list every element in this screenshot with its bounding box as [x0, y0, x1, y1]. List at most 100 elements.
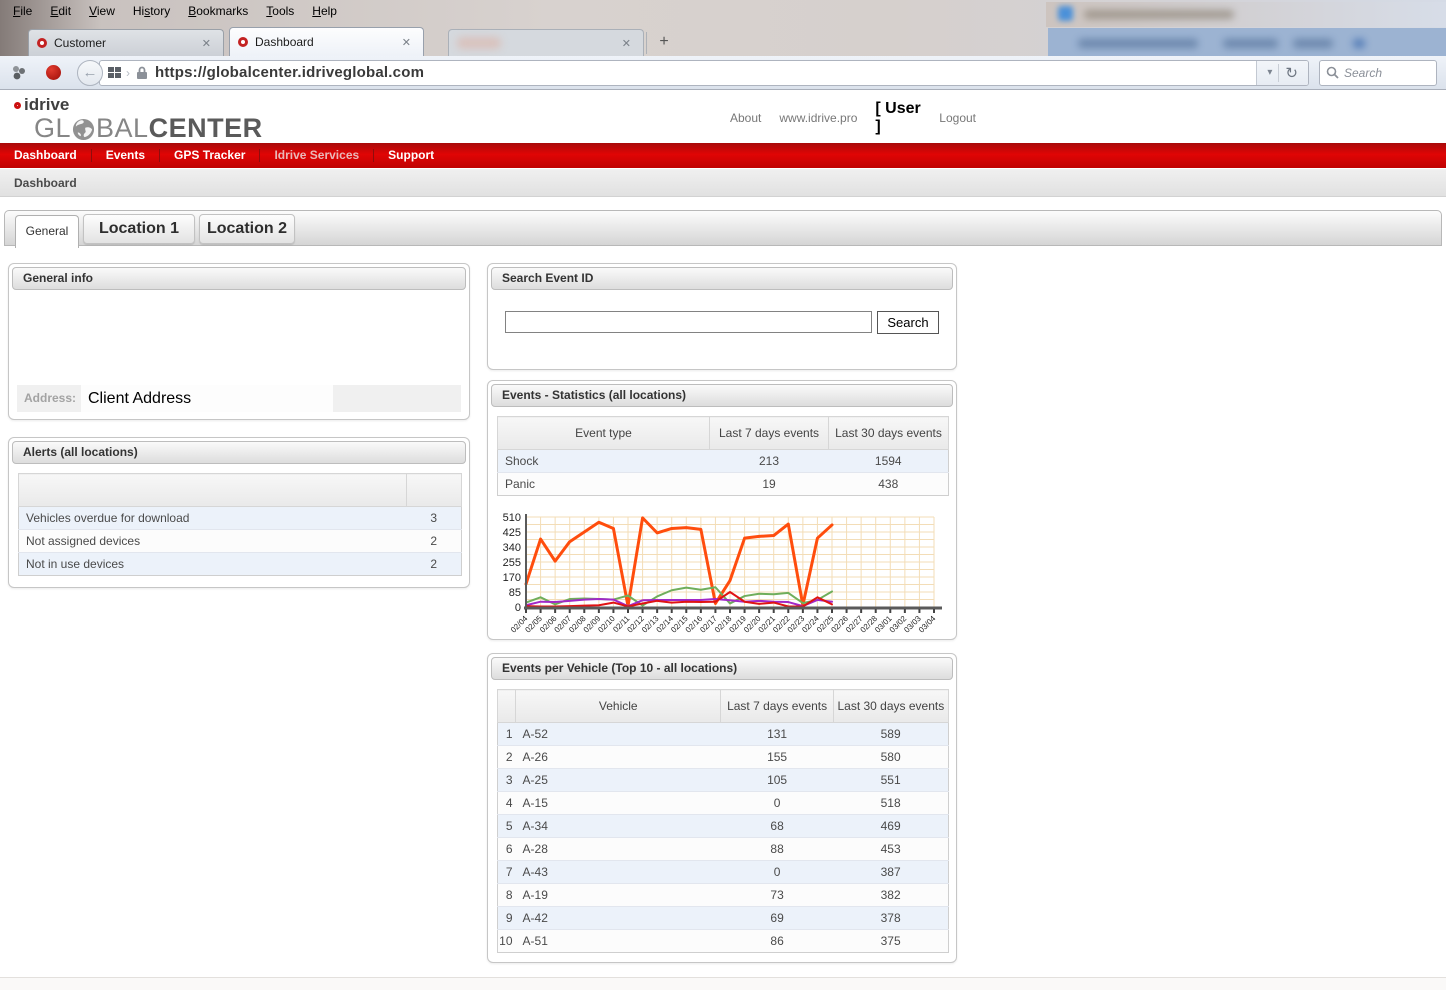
- alerts-table: Vehicles overdue for download3 Not assig…: [18, 473, 462, 576]
- table-row: Panic19438: [498, 473, 949, 496]
- nav-support[interactable]: Support: [374, 143, 448, 168]
- events-statistics-table: Event type Last 7 days events Last 30 da…: [497, 416, 949, 496]
- table-row: 1A-52131589: [498, 723, 949, 746]
- svg-text:0: 0: [515, 602, 521, 614]
- browser-menubar: File Edit View History Bookmarks Tools H…: [4, 1, 346, 22]
- url-bar[interactable]: › https://globalcenter.idriveglobal.com …: [99, 60, 1309, 86]
- nav-gps-tracker[interactable]: GPS Tracker: [160, 143, 259, 168]
- menu-bookmarks[interactable]: Bookmarks: [179, 1, 257, 22]
- alerts-panel: Alerts (all locations) Vehicles overdue …: [8, 437, 470, 588]
- events-line-chart: 08517025534042551002/0402/0502/0602/0702…: [494, 511, 946, 644]
- svg-text:425: 425: [503, 527, 521, 539]
- url-text[interactable]: https://globalcenter.idriveglobal.com: [155, 64, 424, 81]
- table-row: 7A-430387: [498, 861, 949, 884]
- browser-tab-dashboard[interactable]: Dashboard ✕: [229, 27, 424, 56]
- table-row: 4A-150518: [498, 792, 949, 815]
- menu-tools[interactable]: Tools: [257, 1, 303, 22]
- reload-icon[interactable]: ↻: [1278, 64, 1304, 82]
- svg-text:255: 255: [503, 557, 521, 569]
- about-link[interactable]: About: [730, 111, 761, 125]
- new-tab-button[interactable]: +: [650, 30, 678, 54]
- menu-help[interactable]: Help: [303, 1, 346, 22]
- tab-general[interactable]: General: [15, 215, 79, 248]
- tab-location-2[interactable]: Location 2: [199, 214, 295, 244]
- table-row: 6A-2888453: [498, 838, 949, 861]
- record-indicator-icon[interactable]: [46, 65, 61, 80]
- menu-edit[interactable]: Edit: [41, 1, 80, 22]
- browser-tab-blank[interactable]: ✕: [448, 29, 644, 56]
- table-row: Shock2131594: [498, 450, 949, 473]
- table-row: 3A-25105551: [498, 769, 949, 792]
- site-header: idrive GLBALCENTER About www.idrive.pro …: [0, 91, 1446, 143]
- globe-icon: [72, 118, 95, 141]
- tab-close-icon[interactable]: ✕: [398, 34, 415, 51]
- nav-events[interactable]: Events: [92, 143, 159, 168]
- general-info-panel: General info Address: Client Address: [8, 263, 470, 420]
- background-window-title-blur: [1084, 10, 1234, 19]
- events-per-vehicle-table: Vehicle Last 7 days events Last 30 days …: [497, 689, 949, 953]
- table-row: 9A-4269378: [498, 907, 949, 930]
- table-row: Not assigned devices2: [19, 530, 462, 553]
- extension-paw-icon[interactable]: [10, 64, 28, 82]
- table-row: Not in use devices2: [19, 553, 462, 576]
- screen: File Edit View History Bookmarks Tools H…: [0, 0, 1446, 990]
- panel-title: Events - Statistics (all locations): [491, 384, 953, 407]
- panel-title: General info: [12, 267, 466, 290]
- chevron-right-icon: ›: [126, 66, 130, 80]
- page-tabs-bar: General Location 1 Location 2: [4, 210, 1442, 246]
- panel-title: Search Event ID: [491, 267, 953, 290]
- table-row: 10A-5186375: [498, 930, 949, 953]
- events-statistics-panel: Events - Statistics (all locations) Even…: [487, 380, 957, 640]
- browser-tab-customer[interactable]: Customer ✕: [28, 29, 224, 56]
- tab-close-icon[interactable]: ✕: [198, 35, 215, 52]
- chart-canvas: 08517025534042551002/0402/0502/0602/0702…: [494, 511, 946, 639]
- browser-navbar: ← › https://globalcenter.idriveglobal.co…: [0, 56, 1446, 90]
- address-label: Address:: [24, 385, 76, 412]
- header-links: About www.idrive.pro [ User ] Logout: [730, 100, 976, 136]
- main-nav: Dashboard Events GPS Tracker Idrive Serv…: [0, 143, 1446, 168]
- tabstrip-separator: [646, 32, 647, 54]
- logout-link[interactable]: Logout: [939, 111, 976, 125]
- idrive-favicon-icon: [238, 37, 248, 47]
- website-link[interactable]: www.idrive.pro: [779, 111, 857, 125]
- background-window-toolbar-blurred: [1048, 28, 1446, 57]
- browser-tabstrip: Customer ✕ Dashboard ✕ ✕ +: [0, 27, 1048, 56]
- logo-ring-icon: [14, 102, 21, 109]
- tab-title-blurred: [457, 37, 501, 49]
- idrive-favicon-icon: [37, 38, 47, 48]
- nav-idrive-services[interactable]: Idrive Services: [260, 143, 373, 168]
- menu-history[interactable]: History: [124, 1, 179, 22]
- https-lock-icon[interactable]: [136, 66, 148, 80]
- tab-location-1[interactable]: Location 1: [83, 214, 195, 244]
- address-row: Address: Client Address: [17, 385, 461, 412]
- search-event-panel: Search Event ID Search: [487, 263, 957, 370]
- table-row: 5A-3468469: [498, 815, 949, 838]
- nav-dashboard[interactable]: Dashboard: [0, 143, 91, 168]
- idrive-logo[interactable]: idrive GLBALCENTER: [14, 95, 263, 141]
- tab-close-icon[interactable]: ✕: [618, 35, 635, 52]
- back-button[interactable]: ←: [77, 60, 103, 86]
- table-row: 8A-1973382: [498, 884, 949, 907]
- user-label[interactable]: [ User ]: [875, 100, 921, 136]
- urlbar-dropdown-icon[interactable]: ▾: [1261, 67, 1278, 78]
- background-window-blurred: [1046, 2, 1446, 27]
- background-window-icon: [1058, 6, 1073, 21]
- search-icon: [1326, 66, 1339, 79]
- event-id-input[interactable]: [505, 311, 872, 333]
- menu-view[interactable]: View: [80, 1, 124, 22]
- address-value-field: Client Address: [81, 385, 333, 412]
- browser-search-box[interactable]: [1319, 60, 1437, 86]
- svg-text:510: 510: [503, 512, 521, 524]
- site-tiles-icon[interactable]: [108, 67, 122, 78]
- events-per-vehicle-panel: Events per Vehicle (Top 10 - all locatio…: [487, 653, 957, 963]
- browser-titlebar: File Edit View History Bookmarks Tools H…: [0, 0, 1446, 56]
- breadcrumb: Dashboard: [0, 169, 1446, 197]
- browser-search-input[interactable]: [1344, 66, 1430, 80]
- panel-title: Alerts (all locations): [12, 441, 466, 464]
- panel-title: Events per Vehicle (Top 10 - all locatio…: [491, 657, 953, 680]
- search-button[interactable]: Search: [877, 311, 939, 334]
- svg-text:170: 170: [503, 572, 521, 584]
- menu-file[interactable]: File: [4, 1, 41, 22]
- table-row: 2A-26155580: [498, 746, 949, 769]
- svg-text:340: 340: [503, 542, 521, 554]
